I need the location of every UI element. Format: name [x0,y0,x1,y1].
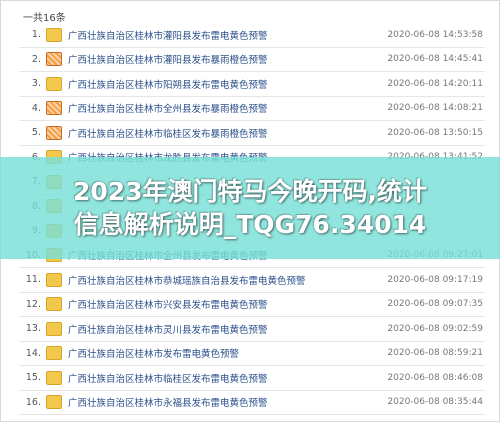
orange-rain-warning-icon [46,101,62,116]
warning-timestamp: 2020-06-08 14:53:58 [387,29,483,40]
list-item-number: 1. [31,29,41,41]
total-count-label: 一共16条 [23,13,66,24]
list-item-number: 4. [31,102,41,114]
list-item[interactable]: 3. 广西壮族自治区桂林市阳朔县发布雷电黄色预警 2020-06-08 14:20:… [19,72,485,97]
orange-rain-warning-icon [46,52,62,67]
warning-timestamp: 2020-06-08 13:50:15 [387,127,483,138]
warning-title-link[interactable]: 广西壮族自治区桂林市阳朔县发布雷电黄色预警 [68,77,363,91]
yellow-warning-icon [46,297,62,312]
list-item-number: 12. [25,298,41,310]
warning-title-link[interactable]: 广西壮族自治区桂林市恭城瑶族自治县发布雷电黄色预警 [68,273,363,287]
warning-timestamp: 2020-06-08 08:46:08 [387,372,483,383]
warning-title-link[interactable]: 广西壮族自治区桂林市临桂区发布暴雨橙色预警 [68,126,363,140]
warning-title-link[interactable]: 广西壮族自治区桂林市永福县发布雷电黄色预警 [68,395,363,409]
warning-title-link[interactable]: 广西壮族自治区桂林市发布雷电黄色预警 [68,346,363,360]
warning-timestamp: 2020-06-08 09:02:59 [387,323,483,334]
warning-timestamp: 2020-06-08 08:59:21 [387,348,483,359]
list-item[interactable]: 16. 广西壮族自治区桂林市永福县发布雷电黄色预警 2020-06-08 08:35… [19,391,485,415]
list-item-number: 11. [25,274,41,286]
banner-line-2: 信息解析说明_TQG76.34014 [73,210,427,239]
warning-title-link[interactable]: 广西壮族自治区桂林市兴安县发布雷电黄色预警 [68,297,363,311]
yellow-warning-icon [46,76,62,91]
list-item[interactable]: 11. 广西壮族自治区桂林市恭城瑶族自治县发布雷电黄色预警 2020-06-08 0… [19,268,485,293]
list-item-number: 13. [25,323,41,335]
list-item[interactable]: 5. 广西壮族自治区桂林市临桂区发布暴雨橙色预警 2020-06-08 13:50:… [19,121,485,146]
warning-title-link[interactable]: 广西壮族自治区桂林市灌阳县发布雷电黄色预警 [68,28,363,42]
orange-rain-warning-icon [46,125,62,140]
list-item-number: 15. [25,372,41,384]
list-item-number: 3. [31,78,41,90]
banner-line-1: 2023年澳门特马今晚开码,统计 [72,177,428,206]
list-item[interactable]: 12. 广西壮族自治区桂林市兴安县发布雷电黄色预警 2020-06-08 09:07… [19,293,485,317]
list-item-number: 14. [25,347,41,359]
list-item[interactable]: 4. 广西壮族自治区桂林市全州县发布暴雨橙色预警 2020-06-08 14:08:… [19,97,485,121]
yellow-warning-icon [46,321,62,336]
warning-timestamp: 2020-06-08 09:17:19 [387,274,483,285]
warning-title-link[interactable]: 广西壮族自治区桂林市全州县发布暴雨橙色预警 [68,101,363,115]
yellow-warning-icon [46,272,62,287]
warning-timestamp: 2020-06-08 14:45:41 [387,54,483,65]
list-item[interactable]: 14. 广西壮族自治区桂林市发布雷电黄色预警 2020-06-08 08:59:21 [19,342,485,366]
warning-timestamp: 2020-06-08 08:35:44 [387,397,483,408]
list-item[interactable]: 1. 广西壮族自治区桂林市灌阳县发布雷电黄色预警 2020-06-08 14:53:… [19,23,485,48]
list-item-number: 5. [31,127,41,139]
yellow-warning-icon [46,27,62,42]
list-item[interactable]: 15. 广西壮族自治区桂林市临桂区发布雷电黄色预警 2020-06-08 08:46… [19,366,485,391]
warning-timestamp: 2020-06-08 09:07:35 [387,299,483,310]
warning-title-link[interactable]: 广西壮族自治区桂林市灌阳县发布暴雨橙色预警 [68,52,363,66]
warning-title-link[interactable]: 广西壮族自治区桂林市临桂区发布雷电黄色预警 [68,371,363,385]
warning-timestamp: 2020-06-08 14:08:21 [387,103,483,114]
yellow-warning-icon [46,346,62,361]
yellow-warning-icon [46,370,62,385]
list-item-number: 16. [25,396,41,408]
list-item-number: 2. [31,53,41,65]
list-item[interactable]: 13. 广西壮族自治区桂林市灵川县发布雷电黄色预警 2020-06-08 09:02… [19,317,485,342]
warning-timestamp: 2020-06-08 14:20:11 [387,78,483,89]
warning-title-link[interactable]: 广西壮族自治区桂林市灵川县发布雷电黄色预警 [68,322,363,336]
list-item[interactable]: 2. 广西壮族自治区桂林市灌阳县发布暴雨橙色预警 2020-06-08 14:45:… [19,48,485,72]
yellow-warning-icon [46,395,62,410]
overlay-banner: 2023年澳门特马今晚开码,统计 信息解析说明_TQG76.34014 [0,157,500,259]
